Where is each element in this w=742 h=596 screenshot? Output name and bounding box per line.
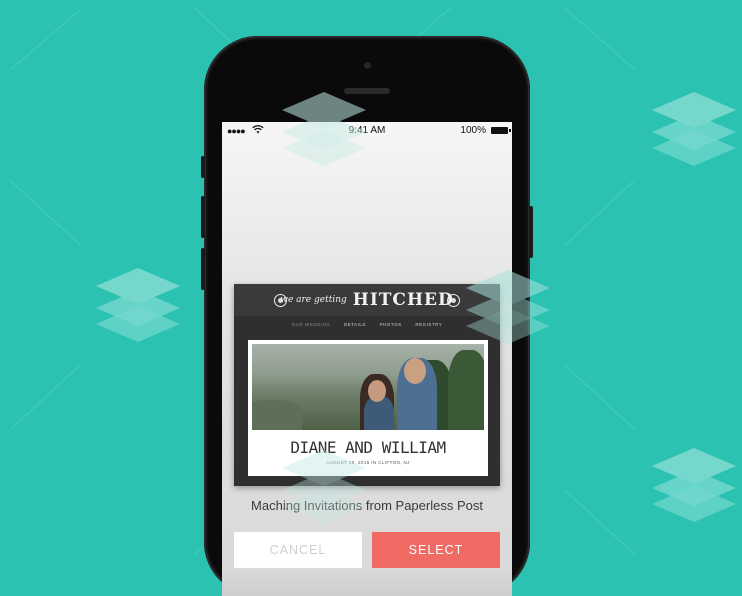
select-button[interactable]: SELECT	[372, 532, 500, 568]
invitation-nav: OUR WEDDING DETAILS PHOTOS REGISTRY	[234, 322, 500, 327]
invitation-nav-item: REGISTRY	[415, 322, 443, 327]
invitation-caption: Maching Invitations from Paperless Post	[251, 498, 483, 513]
cancel-button[interactable]: CANCEL	[234, 532, 362, 568]
layers-icon	[96, 268, 180, 342]
invitation-preview[interactable]: we are getting HITCHED OUR WEDDING DETAIL…	[234, 284, 500, 486]
invitation-banner: we are getting HITCHED	[234, 284, 500, 316]
layers-icon	[652, 448, 736, 522]
front-camera	[364, 62, 371, 69]
layers-icon	[282, 450, 366, 524]
power-button	[529, 206, 533, 258]
invitation-nav-item: OUR WEDDING	[291, 322, 331, 327]
layers-icon	[466, 270, 550, 344]
layers-icon	[282, 92, 366, 166]
banner-title: we are getting HITCHED	[234, 290, 500, 310]
status-bar: ●●●● 9:41 AM 100%	[222, 122, 512, 140]
banner-small-text: we are getting	[280, 295, 347, 305]
invitation-nav-item: PHOTOS	[379, 322, 402, 327]
phone-screen: ●●●● 9:41 AM 100% we are getting HITCHED …	[222, 122, 512, 596]
battery-icon	[491, 127, 511, 134]
layers-icon	[652, 92, 736, 166]
invitation-nav-item: DETAILS	[343, 322, 366, 327]
volume-up-button	[201, 196, 205, 238]
battery-percent: 100%	[460, 125, 486, 136]
mute-switch	[201, 156, 205, 178]
volume-down-button	[201, 248, 205, 290]
banner-big-text: HITCHED	[352, 290, 454, 310]
couple-photo	[252, 344, 484, 430]
